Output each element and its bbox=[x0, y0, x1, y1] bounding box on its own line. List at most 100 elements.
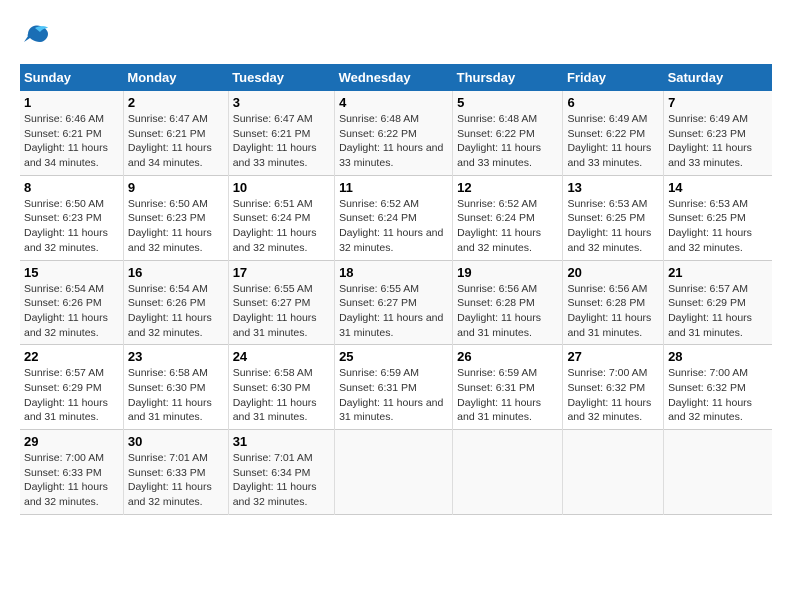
day-info: Sunrise: 6:56 AMSunset: 6:28 PMDaylight:… bbox=[567, 282, 659, 341]
day-info: Sunrise: 7:00 AMSunset: 6:32 PMDaylight:… bbox=[567, 366, 659, 425]
day-cell: 13 Sunrise: 6:53 AMSunset: 6:25 PMDaylig… bbox=[563, 175, 664, 260]
day-number: 13 bbox=[567, 180, 659, 195]
day-info: Sunrise: 6:50 AMSunset: 6:23 PMDaylight:… bbox=[128, 197, 224, 256]
day-number: 18 bbox=[339, 265, 448, 280]
day-info: Sunrise: 6:52 AMSunset: 6:24 PMDaylight:… bbox=[457, 197, 558, 256]
column-header-sunday: Sunday bbox=[20, 64, 123, 91]
day-number: 7 bbox=[668, 95, 768, 110]
day-cell: 6 Sunrise: 6:49 AMSunset: 6:22 PMDayligh… bbox=[563, 91, 664, 175]
day-info: Sunrise: 6:53 AMSunset: 6:25 PMDaylight:… bbox=[668, 197, 768, 256]
day-number: 12 bbox=[457, 180, 558, 195]
day-info: Sunrise: 7:00 AMSunset: 6:32 PMDaylight:… bbox=[668, 366, 768, 425]
week-row-5: 29 Sunrise: 7:00 AMSunset: 6:33 PMDaylig… bbox=[20, 430, 772, 515]
day-info: Sunrise: 6:58 AMSunset: 6:30 PMDaylight:… bbox=[233, 366, 330, 425]
column-header-thursday: Thursday bbox=[453, 64, 563, 91]
day-cell: 2 Sunrise: 6:47 AMSunset: 6:21 PMDayligh… bbox=[123, 91, 228, 175]
day-number: 8 bbox=[24, 180, 119, 195]
day-cell: 15 Sunrise: 6:54 AMSunset: 6:26 PMDaylig… bbox=[20, 260, 123, 345]
day-cell bbox=[453, 430, 563, 515]
day-cell: 1 Sunrise: 6:46 AMSunset: 6:21 PMDayligh… bbox=[20, 91, 123, 175]
calendar-table: SundayMondayTuesdayWednesdayThursdayFrid… bbox=[20, 64, 772, 515]
day-cell: 27 Sunrise: 7:00 AMSunset: 6:32 PMDaylig… bbox=[563, 345, 664, 430]
column-header-friday: Friday bbox=[563, 64, 664, 91]
day-number: 17 bbox=[233, 265, 330, 280]
day-cell: 18 Sunrise: 6:55 AMSunset: 6:27 PMDaylig… bbox=[335, 260, 453, 345]
day-cell bbox=[563, 430, 664, 515]
day-cell: 31 Sunrise: 7:01 AMSunset: 6:34 PMDaylig… bbox=[228, 430, 334, 515]
day-cell: 24 Sunrise: 6:58 AMSunset: 6:30 PMDaylig… bbox=[228, 345, 334, 430]
day-cell: 7 Sunrise: 6:49 AMSunset: 6:23 PMDayligh… bbox=[664, 91, 772, 175]
day-info: Sunrise: 6:59 AMSunset: 6:31 PMDaylight:… bbox=[457, 366, 558, 425]
day-info: Sunrise: 6:50 AMSunset: 6:23 PMDaylight:… bbox=[24, 197, 119, 256]
day-cell: 19 Sunrise: 6:56 AMSunset: 6:28 PMDaylig… bbox=[453, 260, 563, 345]
day-info: Sunrise: 6:54 AMSunset: 6:26 PMDaylight:… bbox=[128, 282, 224, 341]
page-header bbox=[20, 20, 772, 48]
day-info: Sunrise: 6:48 AMSunset: 6:22 PMDaylight:… bbox=[339, 112, 448, 171]
day-info: Sunrise: 6:51 AMSunset: 6:24 PMDaylight:… bbox=[233, 197, 330, 256]
day-number: 15 bbox=[24, 265, 119, 280]
day-info: Sunrise: 6:48 AMSunset: 6:22 PMDaylight:… bbox=[457, 112, 558, 171]
day-number: 6 bbox=[567, 95, 659, 110]
day-info: Sunrise: 6:53 AMSunset: 6:25 PMDaylight:… bbox=[567, 197, 659, 256]
day-cell: 4 Sunrise: 6:48 AMSunset: 6:22 PMDayligh… bbox=[335, 91, 453, 175]
day-number: 5 bbox=[457, 95, 558, 110]
day-cell: 11 Sunrise: 6:52 AMSunset: 6:24 PMDaylig… bbox=[335, 175, 453, 260]
day-cell: 25 Sunrise: 6:59 AMSunset: 6:31 PMDaylig… bbox=[335, 345, 453, 430]
week-row-3: 15 Sunrise: 6:54 AMSunset: 6:26 PMDaylig… bbox=[20, 260, 772, 345]
day-info: Sunrise: 6:57 AMSunset: 6:29 PMDaylight:… bbox=[24, 366, 119, 425]
day-number: 28 bbox=[668, 349, 768, 364]
day-number: 20 bbox=[567, 265, 659, 280]
day-number: 24 bbox=[233, 349, 330, 364]
day-cell: 30 Sunrise: 7:01 AMSunset: 6:33 PMDaylig… bbox=[123, 430, 228, 515]
day-cell: 5 Sunrise: 6:48 AMSunset: 6:22 PMDayligh… bbox=[453, 91, 563, 175]
day-cell: 22 Sunrise: 6:57 AMSunset: 6:29 PMDaylig… bbox=[20, 345, 123, 430]
day-info: Sunrise: 6:54 AMSunset: 6:26 PMDaylight:… bbox=[24, 282, 119, 341]
day-number: 1 bbox=[24, 95, 119, 110]
day-cell: 26 Sunrise: 6:59 AMSunset: 6:31 PMDaylig… bbox=[453, 345, 563, 430]
day-info: Sunrise: 7:01 AMSunset: 6:33 PMDaylight:… bbox=[128, 451, 224, 510]
day-number: 31 bbox=[233, 434, 330, 449]
day-number: 10 bbox=[233, 180, 330, 195]
day-number: 22 bbox=[24, 349, 119, 364]
week-row-2: 8 Sunrise: 6:50 AMSunset: 6:23 PMDayligh… bbox=[20, 175, 772, 260]
day-number: 2 bbox=[128, 95, 224, 110]
week-row-4: 22 Sunrise: 6:57 AMSunset: 6:29 PMDaylig… bbox=[20, 345, 772, 430]
day-number: 25 bbox=[339, 349, 448, 364]
day-info: Sunrise: 6:47 AMSunset: 6:21 PMDaylight:… bbox=[233, 112, 330, 171]
day-info: Sunrise: 6:47 AMSunset: 6:21 PMDaylight:… bbox=[128, 112, 224, 171]
day-number: 21 bbox=[668, 265, 768, 280]
week-row-1: 1 Sunrise: 6:46 AMSunset: 6:21 PMDayligh… bbox=[20, 91, 772, 175]
day-number: 9 bbox=[128, 180, 224, 195]
day-cell: 29 Sunrise: 7:00 AMSunset: 6:33 PMDaylig… bbox=[20, 430, 123, 515]
day-number: 19 bbox=[457, 265, 558, 280]
day-number: 27 bbox=[567, 349, 659, 364]
day-info: Sunrise: 7:00 AMSunset: 6:33 PMDaylight:… bbox=[24, 451, 119, 510]
day-cell: 28 Sunrise: 7:00 AMSunset: 6:32 PMDaylig… bbox=[664, 345, 772, 430]
day-info: Sunrise: 6:57 AMSunset: 6:29 PMDaylight:… bbox=[668, 282, 768, 341]
day-cell: 20 Sunrise: 6:56 AMSunset: 6:28 PMDaylig… bbox=[563, 260, 664, 345]
day-cell: 16 Sunrise: 6:54 AMSunset: 6:26 PMDaylig… bbox=[123, 260, 228, 345]
day-info: Sunrise: 6:55 AMSunset: 6:27 PMDaylight:… bbox=[339, 282, 448, 341]
day-number: 16 bbox=[128, 265, 224, 280]
day-number: 4 bbox=[339, 95, 448, 110]
day-cell: 10 Sunrise: 6:51 AMSunset: 6:24 PMDaylig… bbox=[228, 175, 334, 260]
day-cell bbox=[335, 430, 453, 515]
day-cell: 21 Sunrise: 6:57 AMSunset: 6:29 PMDaylig… bbox=[664, 260, 772, 345]
calendar-header-row: SundayMondayTuesdayWednesdayThursdayFrid… bbox=[20, 64, 772, 91]
day-number: 26 bbox=[457, 349, 558, 364]
day-cell bbox=[664, 430, 772, 515]
column-header-saturday: Saturday bbox=[664, 64, 772, 91]
day-number: 3 bbox=[233, 95, 330, 110]
day-info: Sunrise: 6:49 AMSunset: 6:23 PMDaylight:… bbox=[668, 112, 768, 171]
day-number: 11 bbox=[339, 180, 448, 195]
day-cell: 3 Sunrise: 6:47 AMSunset: 6:21 PMDayligh… bbox=[228, 91, 334, 175]
day-number: 29 bbox=[24, 434, 119, 449]
day-info: Sunrise: 6:56 AMSunset: 6:28 PMDaylight:… bbox=[457, 282, 558, 341]
column-header-wednesday: Wednesday bbox=[335, 64, 453, 91]
day-info: Sunrise: 6:55 AMSunset: 6:27 PMDaylight:… bbox=[233, 282, 330, 341]
day-number: 30 bbox=[128, 434, 224, 449]
day-cell: 14 Sunrise: 6:53 AMSunset: 6:25 PMDaylig… bbox=[664, 175, 772, 260]
day-info: Sunrise: 6:59 AMSunset: 6:31 PMDaylight:… bbox=[339, 366, 448, 425]
logo-icon bbox=[20, 20, 50, 48]
day-number: 23 bbox=[128, 349, 224, 364]
